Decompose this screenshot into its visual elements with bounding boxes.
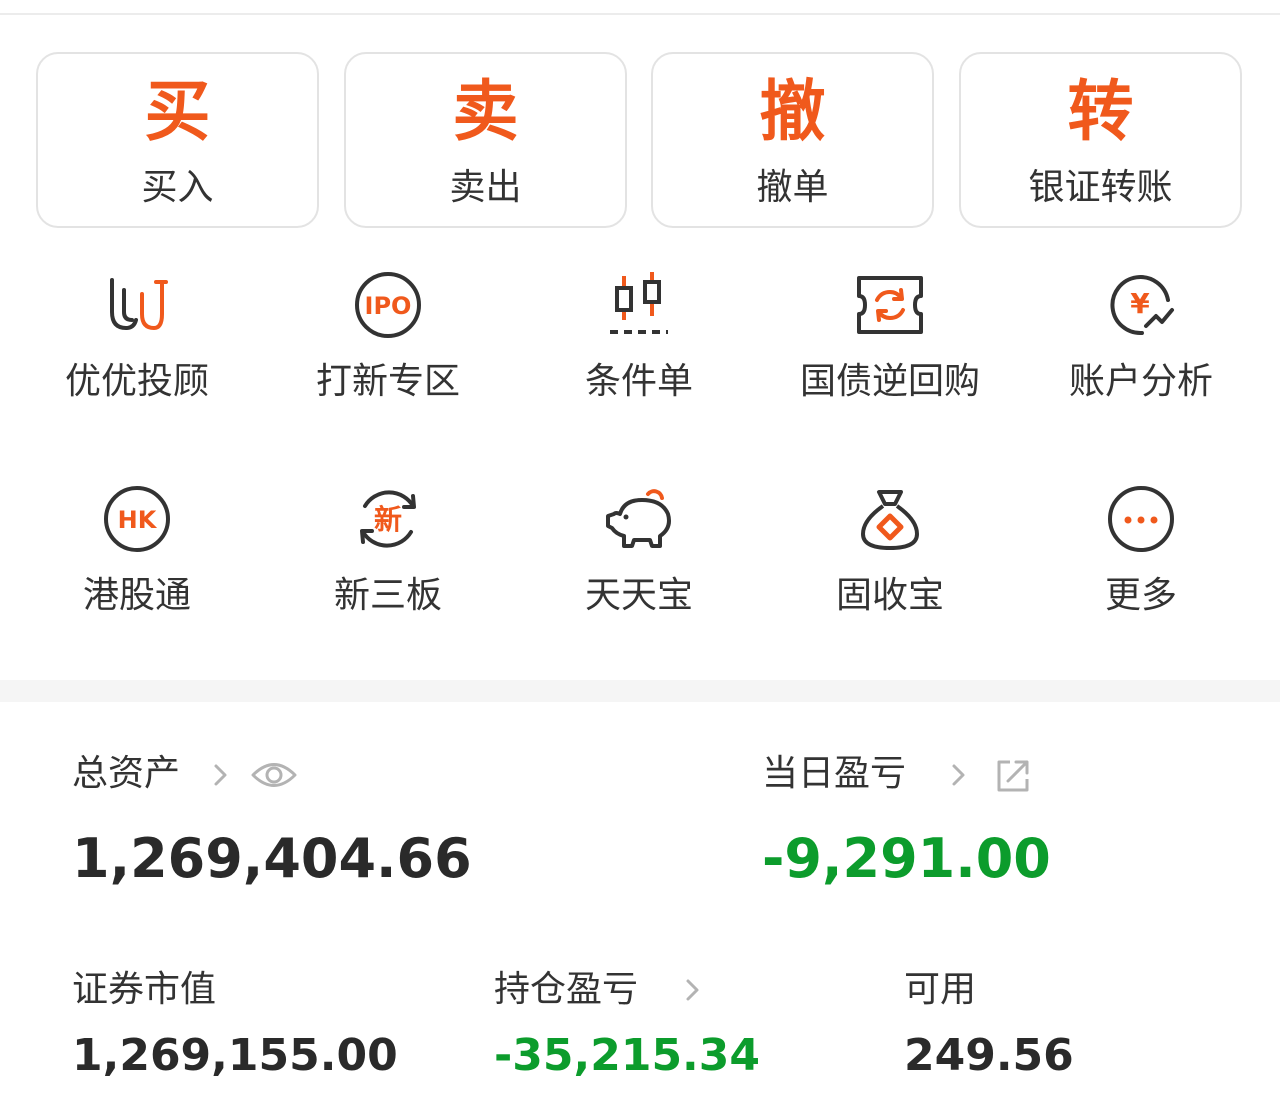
available-label: 可用 <box>904 969 977 1010</box>
money-bag-icon <box>855 484 925 554</box>
yen-chart-icon: ¥ <box>1106 270 1176 340</box>
chevron-right-icon[interactable] <box>946 760 970 790</box>
total-assets-value: 1,269,404.66 <box>72 827 472 890</box>
feature-label: 打新专区 <box>315 361 460 402</box>
hk-icon: HK <box>102 484 172 554</box>
transfer-label: 银证转账 <box>1028 167 1173 208</box>
feature-hk-connect[interactable]: HK 港股通 <box>9 484 265 654</box>
feature-youyou-advisor[interactable]: 优优投顾 <box>9 270 265 440</box>
daily-pnl-value: -9,291.00 <box>762 827 1051 890</box>
feature-gushoubao[interactable]: 固收宝 <box>762 484 1018 654</box>
feature-label: 天天宝 <box>584 575 693 616</box>
svg-text:¥: ¥ <box>1130 287 1150 320</box>
chevron-right-icon[interactable] <box>680 975 704 1005</box>
candlestick-icon <box>604 270 674 340</box>
cancel-char: 撤 <box>759 73 826 150</box>
buy-button[interactable]: 买 买入 <box>36 52 319 228</box>
sell-button[interactable]: 卖 卖出 <box>344 52 627 228</box>
feature-ipo[interactable]: IPO 打新专区 <box>260 270 516 440</box>
feature-label: 条件单 <box>584 361 693 402</box>
eye-icon[interactable] <box>250 756 298 794</box>
more-icon <box>1106 484 1176 554</box>
feature-more[interactable]: 更多 <box>1013 484 1269 654</box>
daily-pnl-label[interactable]: 当日盈亏 <box>762 750 906 798</box>
top-divider <box>0 13 1280 15</box>
chevron-right-icon[interactable] <box>208 760 232 790</box>
feature-neeq[interactable]: 新 新三板 <box>260 484 516 654</box>
holding-pnl-label[interactable]: 持仓盈亏 <box>494 966 638 1014</box>
sell-label: 卖出 <box>449 167 522 208</box>
market-value-label: 证券市值 <box>72 969 217 1010</box>
feature-label: 固收宝 <box>835 575 944 616</box>
svg-text:新: 新 <box>374 503 402 536</box>
cancel-label: 撤单 <box>756 167 829 208</box>
svg-text:IPO: IPO <box>365 292 412 320</box>
transfer-char: 转 <box>1067 73 1134 150</box>
share-icon[interactable] <box>994 757 1032 795</box>
ipo-icon: IPO <box>353 270 423 340</box>
market-value-value: 1,269,155.00 <box>72 1030 398 1081</box>
feature-conditional-order[interactable]: 条件单 <box>511 270 767 440</box>
svg-text:HK: HK <box>118 506 158 534</box>
ticket-refresh-icon <box>855 270 925 340</box>
holding-pnl-value: -35,215.34 <box>494 1030 760 1081</box>
feature-label: 港股通 <box>82 575 191 616</box>
feature-label: 新三板 <box>333 575 442 616</box>
total-assets-label[interactable]: 总资产 <box>72 750 180 798</box>
buy-char: 买 <box>144 73 211 150</box>
youyou-advisor-icon <box>102 270 172 340</box>
piggy-bank-icon <box>604 484 674 554</box>
feature-label: 账户分析 <box>1068 361 1213 402</box>
feature-reverse-repo[interactable]: 国债逆回购 <box>762 270 1018 440</box>
sell-char: 卖 <box>452 73 519 150</box>
section-divider <box>0 680 1280 702</box>
available-value: 249.56 <box>904 1030 1074 1081</box>
feature-account-analysis[interactable]: ¥ 账户分析 <box>1013 270 1269 440</box>
feature-label: 优优投顾 <box>64 361 209 402</box>
buy-label: 买入 <box>141 167 214 208</box>
new-board-icon: 新 <box>353 484 423 554</box>
cancel-order-button[interactable]: 撤 撤单 <box>651 52 934 228</box>
feature-label: 国债逆回购 <box>799 361 980 402</box>
bank-transfer-button[interactable]: 转 银证转账 <box>959 52 1242 228</box>
feature-label: 更多 <box>1104 575 1177 616</box>
feature-tiantianbao[interactable]: 天天宝 <box>511 484 767 654</box>
